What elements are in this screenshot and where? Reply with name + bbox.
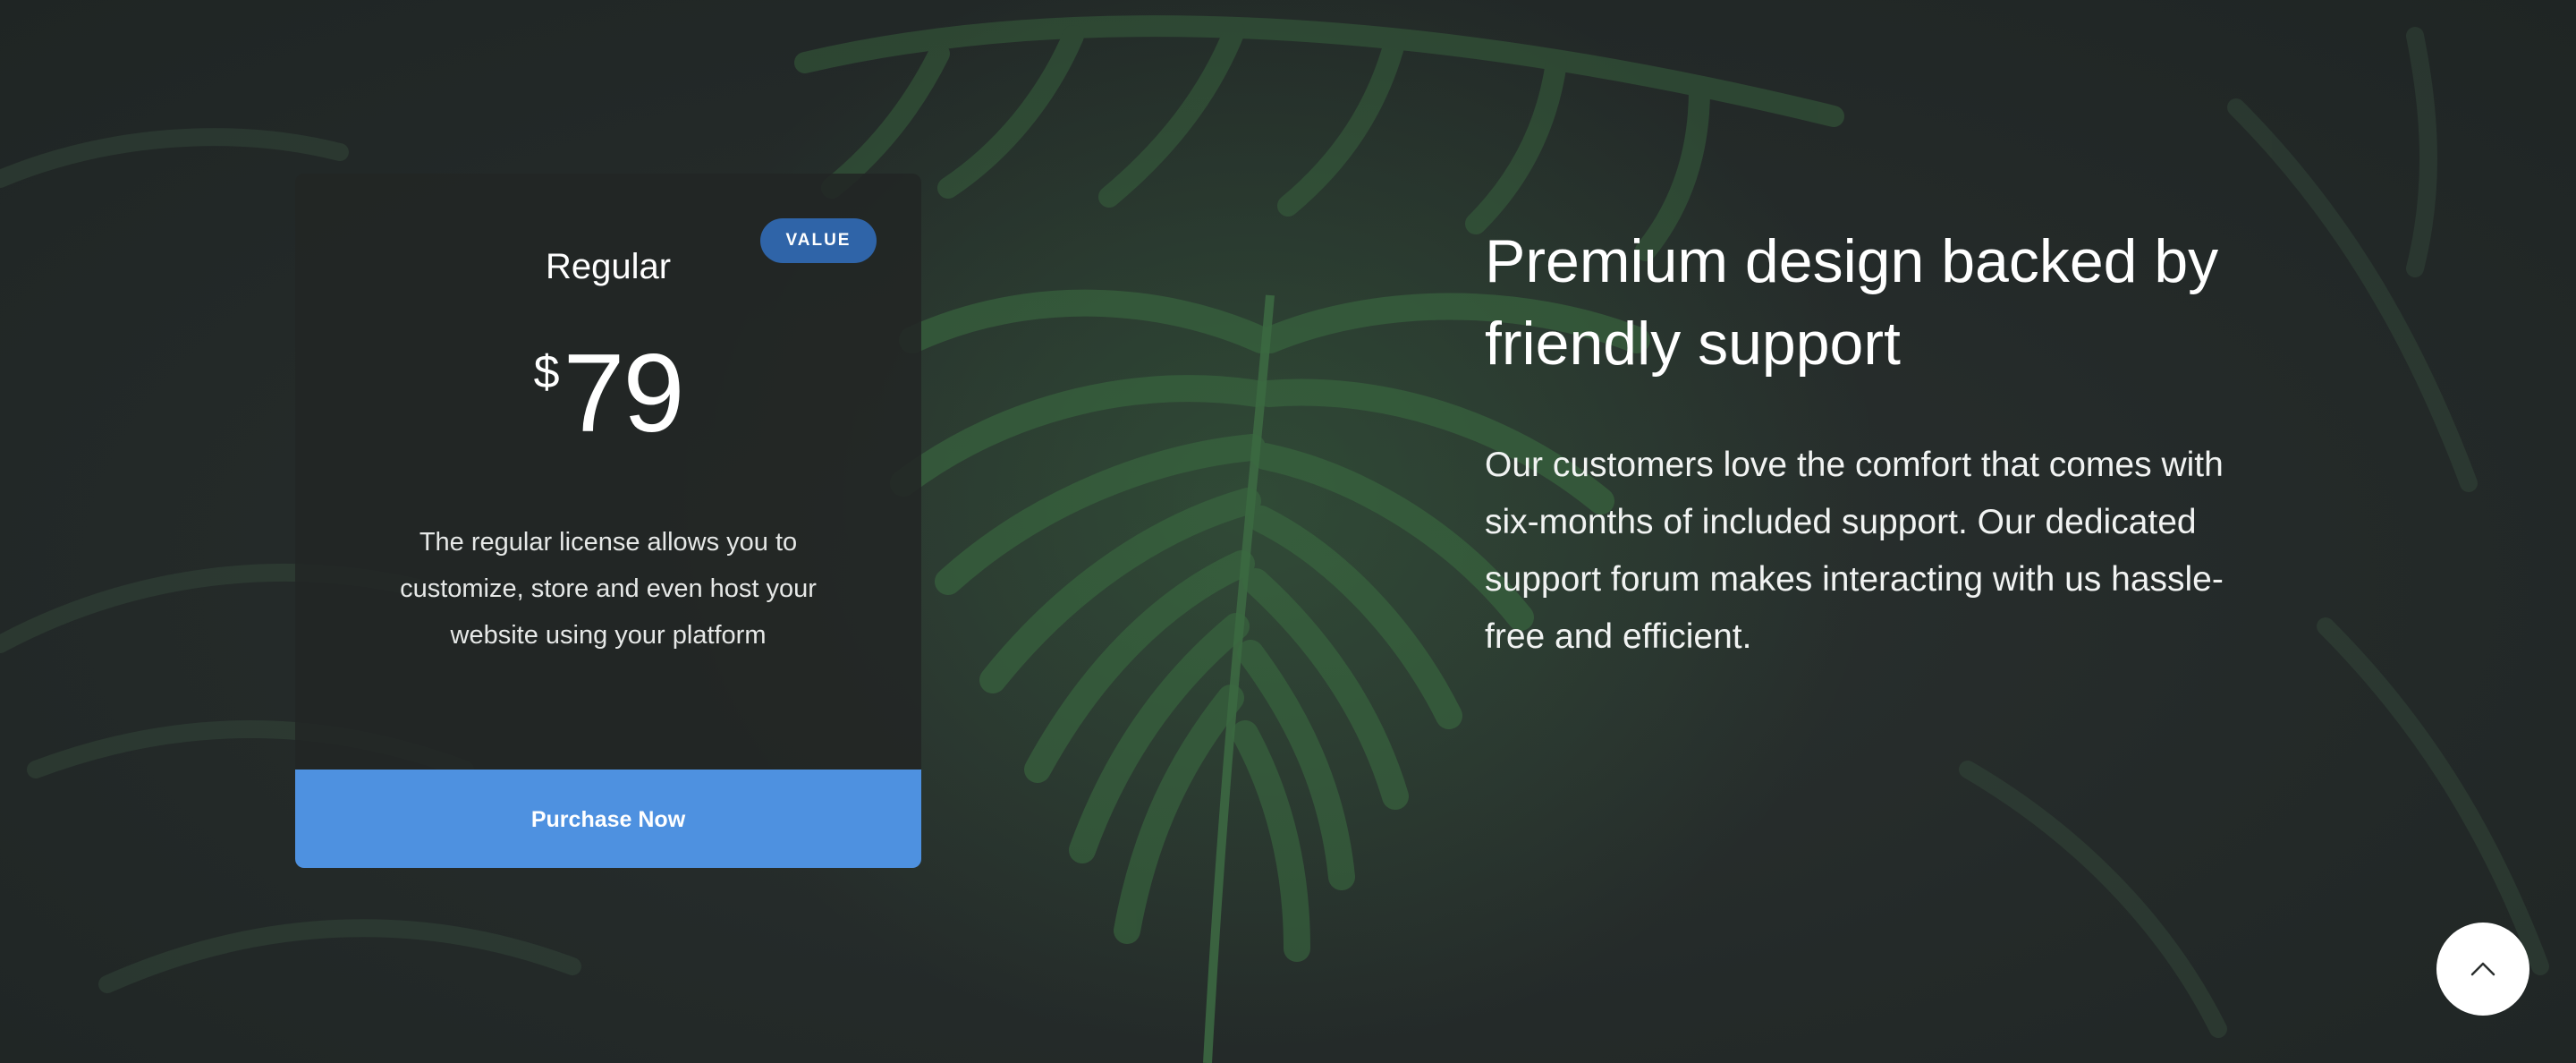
scroll-to-top-button[interactable] [2436,923,2529,1016]
feature-copy: Premium design backed by friendly suppor… [1485,220,2290,666]
section-headline: Premium design backed by friendly suppor… [1485,227,2219,378]
chevron-up-icon [2470,962,2496,976]
hero-section: Regular VALUE $79 The regular license al… [0,0,2576,1063]
currency-symbol: $ [533,346,560,398]
price: $79 [295,331,921,456]
section-body: Our customers love the comfort that come… [1485,446,2224,656]
purchase-now-button[interactable]: Purchase Now [295,770,921,868]
value-badge: VALUE [760,218,877,263]
pricing-card: Regular VALUE $79 The regular license al… [295,174,921,868]
price-amount: 79 [563,332,684,455]
plan-description: The regular license allows you to custom… [400,528,817,650]
pricing-card-body: Regular VALUE $79 The regular license al… [295,174,921,868]
